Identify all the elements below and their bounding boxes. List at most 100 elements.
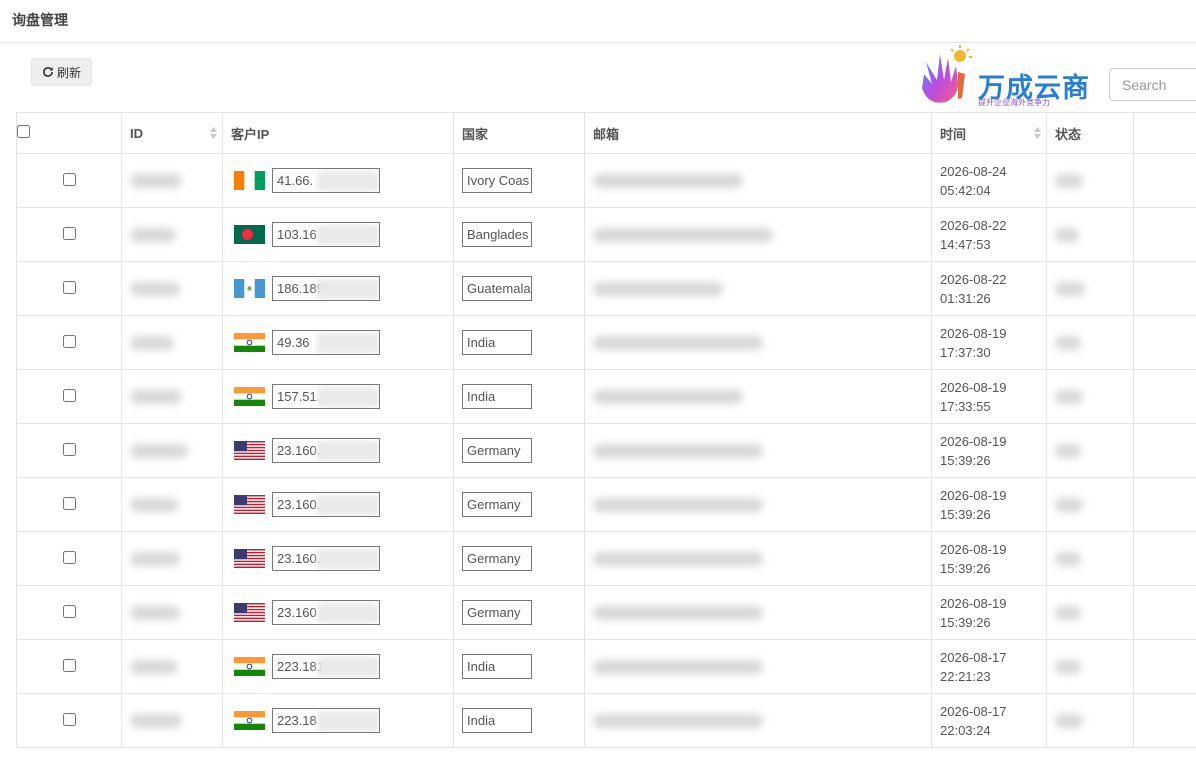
row-check-cell: [16, 369, 122, 424]
time-cell: 2026-08-17 22:21:23: [931, 639, 1047, 694]
country-field[interactable]: Germany: [462, 546, 532, 571]
row-checkbox[interactable]: [62, 496, 76, 510]
row-checkbox[interactable]: [62, 604, 76, 618]
extra-cell: [1133, 693, 1196, 748]
redacted-email: [593, 498, 763, 513]
country-field[interactable]: India: [462, 384, 532, 409]
redacted-status: [1055, 552, 1081, 567]
id-cell: [121, 693, 223, 748]
row-checkbox[interactable]: [62, 280, 76, 294]
ip-field[interactable]: 23.160: [272, 600, 380, 625]
time-date: 2026-08-19: [940, 379, 1007, 395]
row-checkbox[interactable]: [62, 658, 76, 672]
table-row[interactable]: 157.51. India 2026-08-19 17:33:55: [16, 369, 1196, 424]
table-row[interactable]: 23.160. Germany 2026-08-19 15:39:26: [16, 423, 1196, 478]
table-row[interactable]: 223.181 India 2026-08-17 22:21:23: [16, 639, 1196, 694]
redacted-id: [130, 660, 178, 675]
row-checkbox[interactable]: [62, 712, 76, 726]
ip-cell: 223.181: [222, 639, 454, 694]
ip-field[interactable]: 223.18: [272, 708, 380, 733]
table-row[interactable]: 186.189 Guatemala 2026-08-22 01:31:26: [16, 261, 1196, 316]
time-cell: 2026-08-24 05:42:04: [931, 153, 1047, 208]
time-cell: 2026-08-19 15:39:26: [931, 531, 1047, 586]
redacted-email: [593, 660, 763, 675]
redacted-email: [593, 444, 763, 459]
column-header-time[interactable]: 时间: [931, 112, 1047, 154]
redacted-email: [593, 228, 773, 243]
row-checkbox[interactable]: [62, 388, 76, 402]
column-header-country: 国家: [453, 112, 585, 154]
us-flag-icon: [234, 495, 265, 514]
ip-field[interactable]: 23.160.: [272, 492, 380, 517]
column-header-extra: [1133, 112, 1196, 154]
row-checkbox[interactable]: [62, 550, 76, 564]
time-clock: 17:37:30: [940, 344, 991, 360]
row-checkbox[interactable]: [62, 442, 76, 456]
time-date: 2026-08-19: [940, 595, 1007, 611]
country-field[interactable]: India: [462, 330, 532, 355]
ip-cell: 41.66.: [222, 153, 454, 208]
table-row[interactable]: 41.66. Ivory Coas 2026-08-24 05:42:04: [16, 153, 1196, 208]
status-cell: [1046, 531, 1134, 586]
search-input[interactable]: [1109, 68, 1196, 101]
table-row[interactable]: 103.16 Banglades 2026-08-22 14:47:53: [16, 207, 1196, 262]
country-cell: Germany: [453, 585, 585, 640]
ci-flag-icon: [234, 171, 265, 190]
country-field[interactable]: Guatemala: [462, 276, 532, 301]
time-date: 2026-08-24: [940, 163, 1007, 179]
row-check-cell: [16, 261, 122, 316]
ip-cell: 23.160: [222, 585, 454, 640]
ip-field[interactable]: 223.181: [272, 654, 380, 679]
row-check-cell: [16, 585, 122, 640]
time-date: 2026-08-17: [940, 649, 1007, 665]
table-row[interactable]: 223.18 India 2026-08-17 22:03:24: [16, 693, 1196, 748]
row-checkbox[interactable]: [62, 226, 76, 240]
country-field[interactable]: India: [462, 708, 532, 733]
id-cell: [121, 207, 223, 262]
redacted-id: [130, 552, 180, 567]
ip-field[interactable]: 157.51.: [272, 384, 380, 409]
country-field[interactable]: Germany: [462, 438, 532, 463]
column-label-status: 状态: [1055, 126, 1082, 142]
country-field[interactable]: Germany: [462, 492, 532, 517]
redacted-email: [593, 174, 743, 189]
redacted-id: [130, 282, 180, 297]
country-field[interactable]: Banglades: [462, 222, 532, 247]
column-header-id[interactable]: ID: [121, 112, 223, 154]
ip-field[interactable]: 23.160.: [272, 546, 380, 571]
table-header-row: ID 客户IP 国家 邮箱 时间 状态: [16, 112, 1196, 154]
redacted-email: [593, 606, 763, 621]
redacted-email: [593, 390, 743, 405]
ip-field[interactable]: 23.160.: [272, 438, 380, 463]
country-field[interactable]: Ivory Coas: [462, 168, 532, 193]
row-checkbox[interactable]: [62, 334, 76, 348]
table-row[interactable]: 23.160. Germany 2026-08-19 15:39:26: [16, 531, 1196, 586]
row-check-cell: [16, 207, 122, 262]
country-field[interactable]: Germany: [462, 600, 532, 625]
table-row[interactable]: 23.160. Germany 2026-08-19 15:39:26: [16, 477, 1196, 532]
country-cell: India: [453, 315, 585, 370]
time-cell: 2026-08-22 14:47:53: [931, 207, 1047, 262]
extra-cell: [1133, 423, 1196, 478]
column-label-id: ID: [130, 125, 143, 141]
email-cell: [584, 261, 932, 316]
bd-flag-icon: [234, 225, 265, 244]
table-row[interactable]: 23.160 Germany 2026-08-19 15:39:26: [16, 585, 1196, 640]
ip-field[interactable]: 49.36: [272, 330, 380, 355]
in-flag-icon: [234, 657, 265, 676]
ip-field[interactable]: 103.16: [272, 222, 380, 247]
page-title: 询盘管理: [12, 12, 68, 28]
country-field[interactable]: India: [462, 654, 532, 679]
refresh-button[interactable]: 刷新: [31, 58, 92, 86]
row-checkbox[interactable]: [62, 172, 76, 186]
time-date: 2026-08-19: [940, 433, 1007, 449]
ip-field[interactable]: 41.66.: [272, 168, 380, 193]
ip-text: 49.36: [277, 335, 310, 350]
ip-field[interactable]: 186.189: [272, 276, 380, 301]
ip-cell: 23.160.: [222, 531, 454, 586]
table-row[interactable]: 49.36 India 2026-08-19 17:37:30: [16, 315, 1196, 370]
select-all-checkbox[interactable]: [17, 125, 30, 138]
id-cell: [121, 315, 223, 370]
ip-cell: 103.16: [222, 207, 454, 262]
extra-cell: [1133, 477, 1196, 532]
